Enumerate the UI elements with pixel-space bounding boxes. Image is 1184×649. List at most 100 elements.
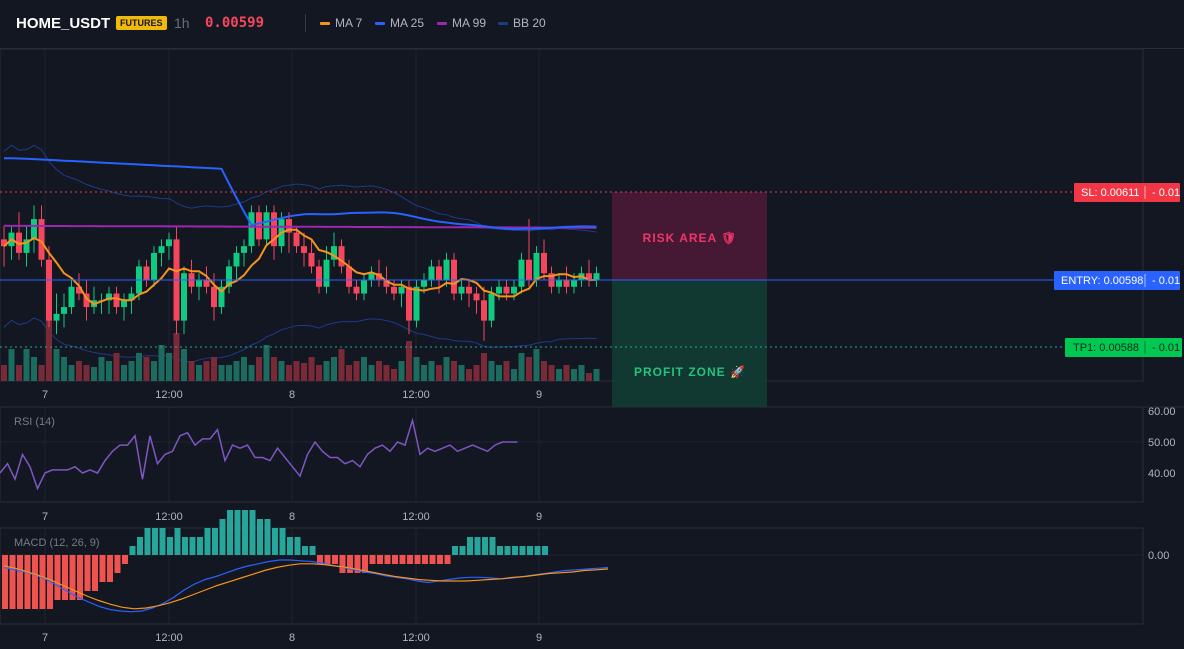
ma25-line	[3, 157, 597, 231]
macd-histogram-bar	[189, 537, 196, 555]
risk-area-label: RISK AREA 🛡	[643, 231, 738, 245]
candle-body	[533, 252, 540, 280]
candle-body	[68, 286, 75, 308]
volume-bar	[143, 357, 150, 381]
macd-histogram-bar	[9, 555, 16, 609]
volume-bar	[61, 357, 67, 381]
macd-histogram-bar	[474, 537, 481, 555]
candle-body	[151, 252, 157, 280]
candle-body	[316, 266, 322, 287]
volume-bar	[518, 353, 525, 381]
candle-body	[353, 286, 360, 294]
macd-histogram-bar	[257, 519, 263, 555]
macd-histogram-bar	[527, 546, 533, 555]
macd-histogram-bar	[347, 555, 353, 573]
macd-histogram-bar	[54, 555, 61, 600]
volume-bar	[451, 361, 457, 381]
volume-bar	[323, 361, 330, 381]
volume-bar	[541, 361, 547, 381]
macd-histogram-bar	[287, 537, 293, 555]
macd-histogram-bar	[204, 528, 211, 555]
volume-bar	[121, 365, 127, 381]
macd-histogram-bar	[459, 546, 466, 555]
volume-bar	[151, 361, 157, 381]
rsi-line	[0, 417, 518, 491]
volume-bar	[556, 369, 562, 381]
volume-bar	[593, 369, 600, 381]
macd-histogram-bar	[24, 555, 31, 609]
macd-histogram-bar	[2, 555, 8, 609]
volume-bar	[278, 361, 285, 381]
macd-histogram-bar	[152, 528, 158, 555]
macd-histogram-bar	[482, 537, 488, 555]
volume-bars	[1, 317, 600, 381]
candle-body	[308, 252, 315, 267]
chart-canvas[interactable]: RISK AREA 🛡 PROFIT ZONE 🚀 SL: 0.00611 - …	[0, 0, 1184, 649]
time-tick-label: 12:00	[155, 511, 183, 523]
candle-body	[143, 266, 150, 280]
volume-bar	[91, 367, 97, 381]
macd-histogram-bar	[182, 537, 188, 555]
bb-lower-band	[3, 317, 597, 363]
volume-bar	[488, 361, 495, 381]
candle-body	[421, 280, 427, 287]
volume-bar	[263, 345, 270, 381]
volume-bar	[53, 349, 60, 381]
candle-body	[211, 286, 217, 308]
volume-bar	[211, 357, 217, 381]
candle-body	[466, 286, 472, 294]
volume-bar	[233, 361, 240, 381]
time-tick-label: 9	[536, 511, 542, 523]
candle-body	[391, 286, 397, 294]
macd-histogram-bar	[467, 537, 473, 555]
volume-bar	[383, 365, 390, 381]
volume-bar	[361, 357, 367, 381]
volume-bar	[481, 353, 487, 381]
candle-body	[458, 286, 465, 294]
candle-body	[428, 266, 435, 280]
time-tick-label: 12:00	[155, 632, 183, 644]
macd-histogram-bar	[144, 528, 151, 555]
time-tick-label: 12:00	[402, 389, 430, 401]
macd-histogram-bar	[264, 519, 271, 555]
rsi-tick-60: 60.00	[1148, 406, 1176, 418]
volume-bar	[308, 357, 315, 381]
volume-bar	[413, 357, 420, 381]
volume-bar	[398, 361, 405, 381]
volume-bar	[16, 365, 22, 381]
volume-bar	[338, 349, 345, 381]
candle-body	[293, 232, 300, 247]
macd-histogram-bar	[369, 555, 376, 564]
volume-bar	[203, 361, 210, 381]
profit-zone[interactable]	[612, 280, 767, 407]
volume-bar	[548, 365, 555, 381]
macd-histogram-bar	[32, 555, 38, 609]
volume-bar	[31, 357, 37, 381]
time-tick-label: 12:00	[155, 389, 183, 401]
candle-body	[518, 259, 525, 287]
candle-body	[233, 252, 240, 267]
macd-histogram-bar	[489, 537, 496, 555]
candle-body	[481, 300, 487, 321]
macd-histogram-bar	[129, 546, 136, 555]
macd-histogram-bar	[84, 555, 91, 591]
candle-body	[488, 293, 495, 321]
volume-bar	[23, 349, 30, 381]
candle-body	[248, 212, 255, 247]
candle-body	[323, 259, 330, 287]
macd-histogram-bar	[114, 555, 121, 573]
macd-histogram-bar	[122, 555, 128, 564]
volume-bar	[286, 365, 292, 381]
macd-histogram-bar	[279, 528, 286, 555]
time-tick-label: 7	[42, 511, 48, 523]
candle-body	[406, 286, 412, 321]
volume-bar	[173, 333, 180, 381]
bb-upper-band	[3, 144, 597, 233]
macd-histogram-bar	[497, 546, 503, 555]
candle-body	[526, 259, 532, 280]
macd-histogram-bar	[99, 555, 106, 582]
macd-histogram-bar	[429, 555, 436, 564]
tp1-qty: - 0.01	[1152, 342, 1180, 354]
candle-body	[53, 313, 60, 321]
macd-tick-0: 0.00	[1148, 550, 1169, 562]
